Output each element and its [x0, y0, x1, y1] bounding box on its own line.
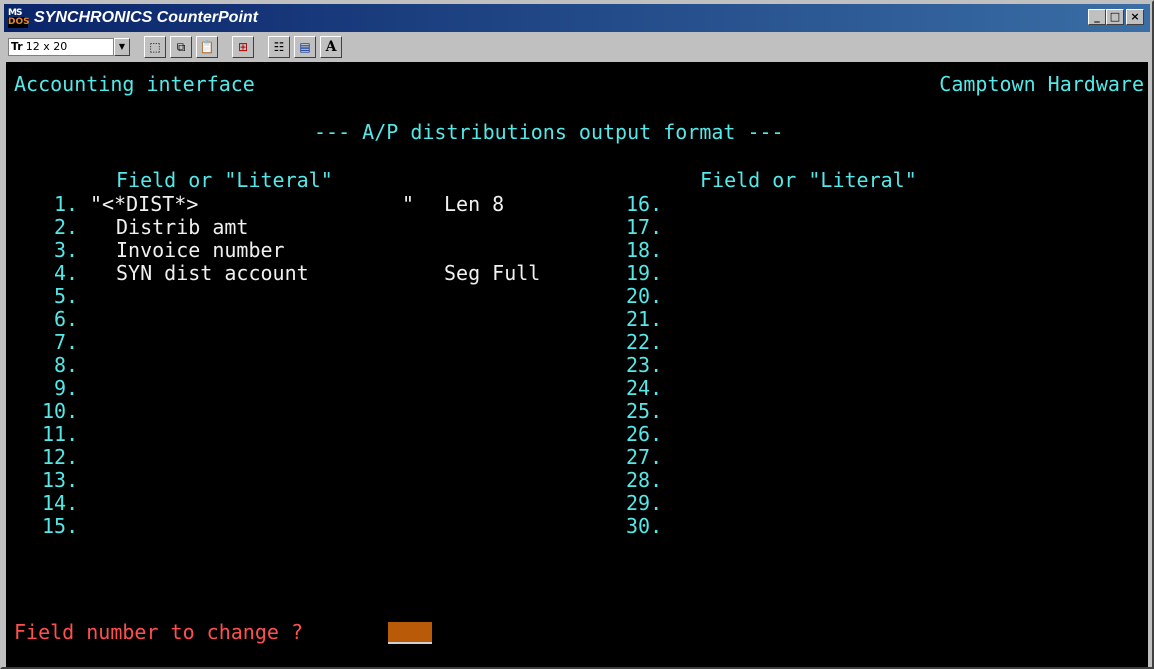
- field-value[interactable]: Invoice number: [116, 238, 285, 262]
- terminal-screen[interactable]: Accounting interface Camptown Hardware -…: [6, 62, 1148, 667]
- fullscreen-icon[interactable]: ⊞: [232, 36, 254, 58]
- close-button[interactable]: ×: [1126, 9, 1144, 25]
- truetype-icon: Tr: [11, 40, 23, 53]
- title-bar[interactable]: MS DOS SYNCHRONICS CounterPoint _ □ ×: [4, 4, 1150, 32]
- row-number: 3.: [54, 238, 79, 262]
- row-number: 26.: [626, 422, 663, 446]
- row-number: 28.: [626, 468, 663, 492]
- window-title: SYNCHRONICS CounterPoint: [34, 9, 258, 26]
- row-number: 20.: [626, 284, 663, 308]
- input-cursor[interactable]: [388, 622, 432, 644]
- copy-icon[interactable]: ⧉: [170, 36, 192, 58]
- font-icon[interactable]: A: [320, 36, 342, 58]
- field-option: Len 8: [444, 192, 505, 216]
- row-number: 8.: [54, 353, 79, 377]
- row-number: 4.: [54, 261, 79, 285]
- row-number: 11.: [42, 422, 79, 446]
- font-size-select[interactable]: Tr 12 x 20 ▼: [8, 37, 130, 57]
- font-size-value: 12 x 20: [25, 40, 68, 53]
- row-number: 5.: [54, 284, 79, 308]
- row-number: 18.: [626, 238, 663, 262]
- header-left: Accounting interface: [14, 72, 255, 96]
- row-number: 21.: [626, 307, 663, 331]
- field-value[interactable]: Distrib amt: [116, 215, 248, 239]
- row-number: 1.: [54, 192, 79, 216]
- row-number: 9.: [54, 376, 79, 400]
- dos-window: MS DOS SYNCHRONICS CounterPoint _ □ × Tr…: [0, 0, 1154, 669]
- field-closing-quote: ": [402, 192, 415, 216]
- toolbar: Tr 12 x 20 ▼ ⬚ ⧉ 📋 ⊞ ☷ ▤ A: [4, 34, 1150, 60]
- prompt-text: Field number to change ?: [14, 620, 303, 644]
- row-number: 12.: [42, 445, 79, 469]
- dos-label: DOS: [8, 17, 30, 28]
- background-icon[interactable]: ▤: [294, 36, 316, 58]
- dos-text: DOS: [8, 17, 30, 27]
- field-value[interactable]: SYN dist account: [116, 261, 309, 285]
- paste-icon[interactable]: 📋: [196, 36, 218, 58]
- properties-icon[interactable]: ☷: [268, 36, 290, 58]
- minimize-button[interactable]: _: [1088, 9, 1106, 25]
- field-value[interactable]: "<*DIST*>: [90, 192, 198, 216]
- row-number: 23.: [626, 353, 663, 377]
- row-number: 22.: [626, 330, 663, 354]
- font-size-field[interactable]: Tr 12 x 20: [8, 38, 114, 56]
- row-number: 30.: [626, 514, 663, 538]
- mark-icon[interactable]: ⬚: [144, 36, 166, 58]
- row-number: 17.: [626, 215, 663, 239]
- screen-title: --- A/P distributions output format ---: [314, 120, 784, 144]
- column-header-right: Field or "Literal": [700, 168, 917, 192]
- row-number: 2.: [54, 215, 79, 239]
- row-number: 14.: [42, 491, 79, 515]
- row-number: 10.: [42, 399, 79, 423]
- row-number: 24.: [626, 376, 663, 400]
- chevron-down-icon[interactable]: ▼: [114, 38, 130, 56]
- field-option: Seg Full: [444, 261, 541, 285]
- row-number: 7.: [54, 330, 79, 354]
- row-number: 29.: [626, 491, 663, 515]
- row-number: 27.: [626, 445, 663, 469]
- row-number: 13.: [42, 468, 79, 492]
- ms-dos-icon[interactable]: MS DOS: [8, 8, 30, 28]
- row-number: 16.: [626, 192, 663, 216]
- row-number: 6.: [54, 307, 79, 331]
- row-number: 25.: [626, 399, 663, 423]
- window-controls: _ □ ×: [1088, 9, 1144, 25]
- row-number: 19.: [626, 261, 663, 285]
- header-right: Camptown Hardware: [939, 72, 1144, 96]
- column-header-left: Field or "Literal": [116, 168, 333, 192]
- row-number: 15.: [42, 514, 79, 538]
- maximize-button[interactable]: □: [1106, 9, 1124, 25]
